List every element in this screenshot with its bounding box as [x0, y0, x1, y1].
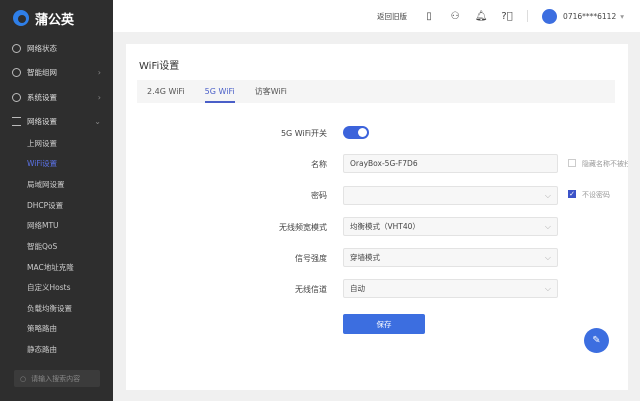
sidebar-sub-dhcp[interactable]: DHCP设置 — [27, 199, 63, 213]
sidebar-item-system-settings[interactable]: 系统设置 › — [0, 87, 113, 107]
help-icon[interactable]: ?⃝ — [501, 10, 513, 22]
sidebar-item-smart-network[interactable]: 智能组网 › — [0, 62, 113, 82]
channel-value: 自动 — [350, 284, 365, 293]
bandwidth-select[interactable]: 均衡模式（VHT40） ⌵ — [343, 217, 558, 236]
sidebar-sub-wifi[interactable]: WiFi设置 — [27, 157, 57, 171]
sidebar-sub-internet[interactable]: 上网设置 — [27, 137, 57, 151]
tab-5g-wifi[interactable]: 5G WiFi — [195, 80, 245, 103]
chevron-down-icon: ⌵ — [544, 222, 551, 231]
sidebar-sub-hosts[interactable]: 自定义Hosts — [27, 281, 70, 295]
bandwidth-label: 无线频宽模式 — [279, 223, 327, 232]
search-placeholder: 请输入搜索内容 — [31, 374, 81, 383]
topbar: 返回旧版 ▯ ⚇ 🔔︎ ?⃝ 0716****6112 ▾ — [113, 0, 640, 32]
chevron-down-icon: ⌵ — [544, 284, 551, 293]
sidebar-sub-qos[interactable]: 智能QoS — [27, 240, 57, 254]
document-edit-icon: ✎ — [592, 335, 601, 346]
bell-icon[interactable]: 🔔︎ — [475, 10, 488, 22]
chevron-down-icon: ⌄ — [94, 116, 101, 126]
channel-select[interactable]: 自动 ⌵ — [343, 279, 558, 298]
sidebar-sub-mtu[interactable]: 网络MTU — [27, 219, 59, 233]
sidebar-item-label: 网络状态 — [27, 43, 57, 53]
tab-guest-wifi[interactable]: 访客WiFi — [245, 80, 297, 103]
chevron-right-icon: › — [97, 92, 101, 102]
ssid-input[interactable]: OrayBox-5G-F7D6 — [343, 154, 558, 173]
sidebar-item-label: 系统设置 — [27, 92, 57, 102]
chevron-down-icon: ⌵ — [544, 191, 551, 200]
no-password-checkbox[interactable]: ✓ — [568, 190, 576, 198]
sidebar-item-label: 智能组网 — [27, 67, 57, 77]
logo[interactable]: 蒲公英 — [0, 0, 113, 36]
wifi-settings-card: WiFi设置 2.4G WiFi 5G WiFi 访客WiFi 5G WiFi开… — [126, 44, 628, 390]
sidebar-sub-load-balance[interactable]: 负载均衡设置 — [27, 302, 72, 316]
wifi-switch-label: 5G WiFi开关 — [280, 129, 327, 138]
avatar[interactable] — [542, 8, 558, 24]
gear-icon — [12, 92, 21, 102]
channel-label: 无线信道 — [295, 285, 327, 294]
sidebar-sub-static-route[interactable]: 静态路由 — [27, 343, 57, 357]
hide-ssid-label: 隐藏名称不被扫 — [582, 160, 628, 168]
logo-text: 蒲公英 — [35, 12, 75, 28]
list-icon — [12, 116, 21, 126]
mobile-icon[interactable]: ▯ — [423, 10, 435, 22]
sidebar-item-network-settings[interactable]: 网络设置 ⌄ — [0, 111, 113, 131]
signal-value: 穿墙模式 — [350, 253, 380, 262]
sidebar-sub-mac-clone[interactable]: MAC地址克隆 — [27, 261, 74, 275]
caret-down-icon[interactable]: ▾ — [620, 12, 624, 21]
hide-ssid-checkbox[interactable] — [568, 159, 576, 167]
sidebar: 蒲公英 网络状态 智能组网 › 系统设置 › 网络设置 ⌄ 上网设置 WiFi设置 局… — [0, 0, 113, 401]
no-password-label: 不设密码 — [582, 191, 610, 199]
network-icon — [12, 67, 21, 77]
sidebar-sub-policy-route[interactable]: 策略路由 — [27, 322, 57, 336]
password-label: 密码 — [311, 191, 327, 200]
sidebar-sub-lan[interactable]: 局域网设置 — [27, 178, 65, 192]
tab-bar: 2.4G WiFi 5G WiFi 访客WiFi — [137, 80, 615, 103]
sidebar-search-input[interactable]: ○ 请输入搜索内容 — [14, 370, 100, 387]
search-icon: ○ — [20, 374, 27, 383]
back-to-old-version-link[interactable]: 返回旧版 — [377, 11, 407, 22]
save-button[interactable]: 保存 — [343, 314, 425, 334]
user-account[interactable]: 0716****6112 — [563, 12, 616, 21]
support-icon[interactable]: ⚇ — [449, 10, 461, 22]
signal-label: 信号强度 — [295, 254, 327, 263]
name-label: 名称 — [311, 160, 327, 169]
logo-icon — [13, 10, 29, 26]
divider — [527, 10, 529, 22]
chevron-right-icon: › — [97, 67, 101, 77]
chevron-down-icon: ⌵ — [544, 253, 551, 262]
bandwidth-value: 均衡模式（VHT40） — [350, 222, 420, 231]
sidebar-item-label: 网络设置 — [27, 116, 57, 126]
wifi-5g-toggle[interactable] — [343, 126, 369, 139]
page-title: WiFi设置 — [139, 61, 180, 72]
globe-icon — [12, 43, 21, 53]
sidebar-item-network-status[interactable]: 网络状态 — [0, 38, 113, 58]
tab-2g-wifi[interactable]: 2.4G WiFi — [137, 80, 195, 103]
signal-select[interactable]: 穿墙模式 ⌵ — [343, 248, 558, 267]
password-input[interactable]: ⌵ — [343, 186, 558, 205]
feedback-button[interactable]: ✎ — [584, 328, 609, 353]
